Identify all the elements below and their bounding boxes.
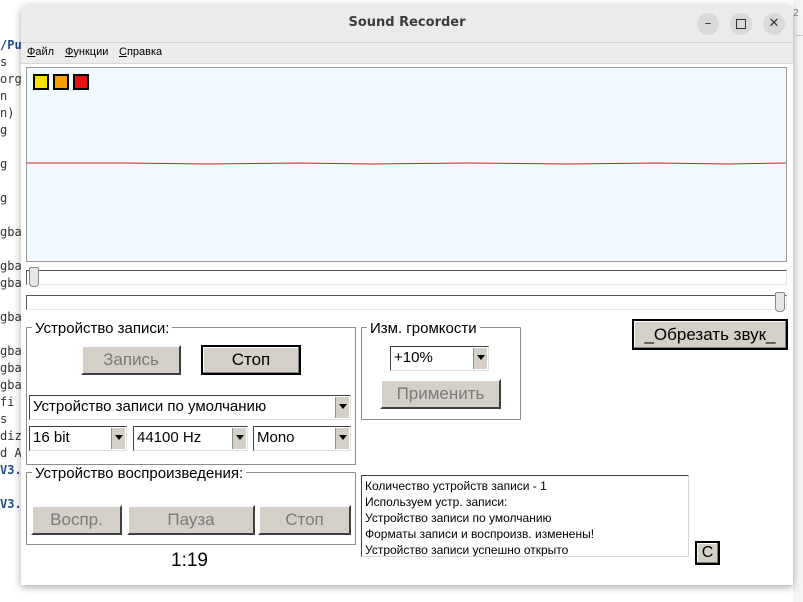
- position-slider[interactable]: [26, 267, 787, 287]
- close-icon: ✕: [768, 16, 780, 31]
- channels-value: Mono: [257, 429, 295, 446]
- terminal-line: d A: [0, 446, 22, 460]
- close-button[interactable]: ✕: [763, 13, 785, 35]
- terminal-line: diz: [0, 429, 22, 443]
- maximize-button[interactable]: [730, 13, 752, 35]
- terminal-line: gba: [0, 310, 22, 324]
- chevron-down-icon[interactable]: [111, 428, 125, 449]
- chevron-down-icon[interactable]: [232, 428, 246, 449]
- maximize-icon: [736, 19, 746, 29]
- bit-depth-select[interactable]: 16 bit: [29, 426, 127, 451]
- menu-help-label: правка: [126, 46, 163, 58]
- terminal-line: s: [0, 412, 8, 426]
- terminal-line: s: [0, 55, 8, 69]
- volume-group-label: Изм. громкости: [367, 320, 480, 337]
- terminal-line: gba: [0, 378, 22, 392]
- pause-button[interactable]: Пауза: [127, 505, 255, 535]
- log-line: Устройство записи успешно открыто: [365, 543, 569, 557]
- menu-file-label: айл: [35, 46, 55, 58]
- chevron-down-icon[interactable]: [473, 348, 487, 369]
- volume-select[interactable]: +10%: [390, 346, 489, 371]
- waveform-line: [27, 162, 786, 165]
- apply-volume-button[interactable]: Применить: [380, 379, 501, 409]
- status-log[interactable]: Количество устройств записи - 1 Использу…: [361, 475, 689, 557]
- clear-log-button[interactable]: C: [695, 541, 720, 565]
- chevron-down-icon[interactable]: [335, 397, 349, 418]
- record-stop-button[interactable]: Стоп: [201, 345, 301, 375]
- background-right-edge: 2: [793, 0, 803, 602]
- record-group-label: Устройство записи:: [32, 320, 173, 337]
- sample-rate-select[interactable]: 44100 Hz: [133, 426, 248, 451]
- channels-select[interactable]: Mono: [253, 426, 351, 451]
- log-line: Форматы записи и воспроизв. изменены!: [365, 527, 595, 541]
- background-right-line: [795, 35, 803, 36]
- window-title: Sound Recorder: [348, 15, 466, 30]
- terminal-line: n: [0, 89, 8, 103]
- sample-rate-value: 44100 Hz: [137, 429, 202, 446]
- log-line: Используем устр. записи:: [365, 495, 508, 509]
- volume-value: +10%: [394, 349, 433, 366]
- background-terminal: /Pu s org n n) g g g gba gba gba gba gba gba gba fi s d…: [0, 0, 22, 602]
- waveform-display[interactable]: [26, 67, 787, 262]
- play-button[interactable]: Воспр.: [31, 505, 122, 535]
- terminal-line: g: [0, 191, 8, 205]
- playback-group-label: Устройство воспроизведения:: [32, 465, 247, 482]
- terminal-line: /Pu: [0, 38, 22, 52]
- waveform-svg: [27, 162, 786, 165]
- log-line: Количество устройств записи - 1: [365, 479, 547, 493]
- sound-recorder-window: Sound Recorder – ✕ Файл Функции Справка …: [21, 5, 793, 585]
- menu-file[interactable]: Файл: [27, 46, 54, 58]
- title-bar[interactable]: Sound Recorder – ✕: [21, 5, 793, 43]
- terminal-line: g: [0, 123, 8, 137]
- terminal-line: org: [0, 72, 22, 86]
- position-slider-thumb[interactable]: [29, 267, 39, 287]
- menu-bar: Файл Функции Справка: [21, 43, 793, 64]
- menu-functions-label: ункции: [73, 46, 109, 58]
- playback-stop-button[interactable]: Стоп: [258, 505, 351, 535]
- end-slider-thumb[interactable]: [775, 292, 785, 312]
- terminal-line: gba: [0, 225, 22, 239]
- menu-help[interactable]: Справка: [119, 46, 162, 58]
- bit-depth-value: 16 bit: [33, 429, 70, 446]
- end-slider[interactable]: [26, 292, 787, 312]
- terminal-line: gba: [0, 276, 22, 290]
- terminal-line: gba: [0, 259, 22, 273]
- background-right-text: 2: [793, 8, 800, 19]
- log-line: Устройство записи по умолчанию: [365, 511, 552, 525]
- terminal-line: gba: [0, 361, 22, 375]
- menu-help-mnemonic: С: [119, 46, 127, 58]
- terminal-line: n): [0, 106, 15, 120]
- minimize-button[interactable]: –: [697, 13, 719, 35]
- terminal-line: V3.: [0, 497, 22, 511]
- chevron-down-icon[interactable]: [335, 428, 349, 449]
- terminal-line: V3.: [0, 463, 22, 477]
- terminal-line: gba: [0, 344, 22, 358]
- trim-sound-button[interactable]: _Обрезать звук_: [632, 319, 788, 350]
- terminal-line: g: [0, 157, 8, 171]
- record-device-value: Устройство записи по умолчанию: [33, 398, 267, 415]
- record-button[interactable]: Запись: [81, 345, 181, 375]
- record-device-select[interactable]: Устройство записи по умолчанию: [29, 395, 351, 420]
- menu-functions[interactable]: Функции: [65, 46, 108, 58]
- elapsed-time: 1:19: [171, 550, 208, 571]
- terminal-line: fi: [0, 395, 15, 409]
- minimize-icon: –: [704, 16, 712, 31]
